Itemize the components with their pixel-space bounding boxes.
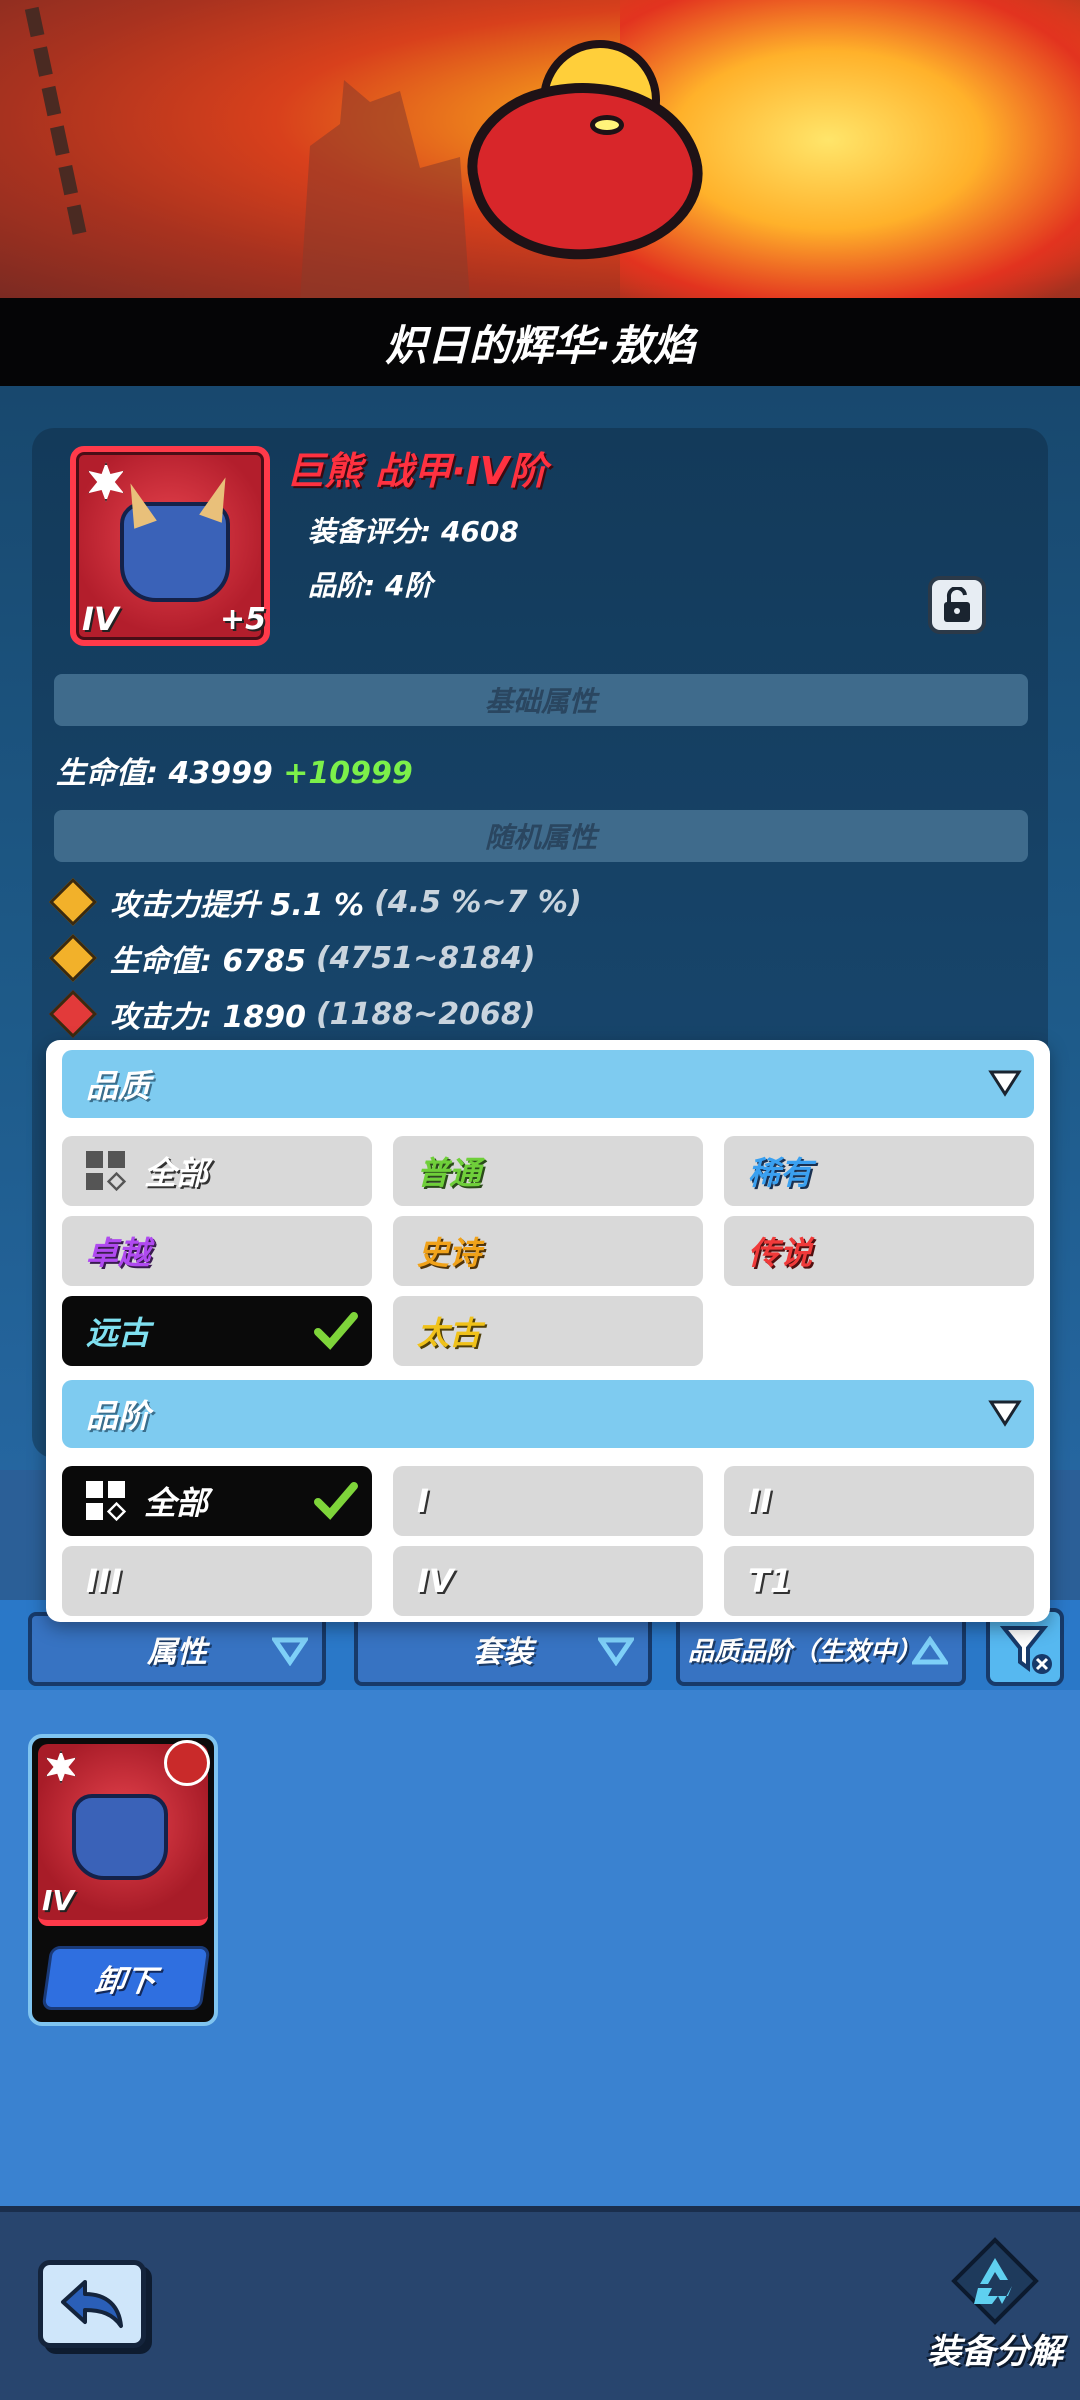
unequip-label: 卸下 xyxy=(93,1964,158,1999)
set-title: 炽日的辉华·敖焰 xyxy=(385,320,695,370)
quality-option-all[interactable]: 全部 xyxy=(62,1136,372,1206)
rank-option-label: IV xyxy=(417,1562,454,1600)
attribute-range: (4751~8184) xyxy=(315,940,536,976)
attribute-range: (1188~2068) xyxy=(315,996,536,1032)
tier-tag: IV xyxy=(82,600,119,638)
quality-option-label: 卓越 xyxy=(86,1234,151,1272)
grid-all-icon xyxy=(86,1151,127,1192)
tier-tag: IV xyxy=(42,1884,75,1917)
dragon-eye xyxy=(590,115,624,135)
grid-all-icon xyxy=(86,1481,127,1522)
chevron-down-icon xyxy=(272,1637,308,1666)
quality-option-label: 稀有 xyxy=(748,1154,813,1192)
quality-option-label: 太古 xyxy=(417,1314,482,1352)
quality-option-label: 全部 xyxy=(144,1154,209,1192)
item-icon: IV +5 xyxy=(70,446,270,646)
rank-option-all[interactable]: 全部 xyxy=(62,1466,372,1536)
random-attribute-row: 攻击力: 1890 (1188~2068) xyxy=(48,989,536,1039)
equipped-hero-badge xyxy=(164,1740,210,1786)
set-filter-label: 套装 xyxy=(473,1635,533,1670)
base-hp-row: 生命值: 43999 +10999 xyxy=(56,748,413,792)
set-filter-tab[interactable]: 套装 xyxy=(354,1612,652,1686)
rank-section-header[interactable]: 品阶 xyxy=(62,1380,1034,1448)
base-hp-label: 生命值: 43999 xyxy=(56,756,273,791)
set-title-bar: 炽日的辉华·敖焰 xyxy=(0,298,1080,386)
gem-icon xyxy=(48,989,98,1039)
rank-option-2[interactable]: II xyxy=(724,1466,1034,1536)
rank-option-4[interactable]: IV xyxy=(393,1546,703,1616)
chevron-down-icon xyxy=(988,1400,1022,1427)
salvage-label: 装备分解 xyxy=(927,2332,1063,2372)
attribute-range: (4.5 %~7 %) xyxy=(374,884,582,920)
chevron-down-icon xyxy=(988,1070,1022,1097)
gem-icon xyxy=(48,877,98,927)
gem-icon xyxy=(48,933,98,983)
attribute-text: 生命值: 6785 xyxy=(110,944,306,979)
recycle-icon xyxy=(951,2237,1039,2325)
quality-option-label: 普通 xyxy=(417,1154,482,1192)
rank-option-label: 全部 xyxy=(144,1484,209,1522)
quality-section-title: 品质 xyxy=(86,1067,151,1105)
base-hp-bonus: +10999 xyxy=(283,756,413,791)
lock-button[interactable] xyxy=(928,576,986,634)
inventory-item-card[interactable]: IV 卸下 xyxy=(28,1734,218,2026)
quality-option-label: 传说 xyxy=(748,1234,813,1272)
quality-option-label: 史诗 xyxy=(417,1234,482,1272)
hero-banner-art xyxy=(0,0,1080,300)
item-score: 装备评分: 4608 xyxy=(308,515,519,548)
bottom-bar xyxy=(0,2206,1080,2400)
back-arrow-icon xyxy=(61,2280,123,2328)
base-attributes-header: 基础属性 xyxy=(54,674,1028,726)
armor-art xyxy=(72,1794,168,1880)
back-button[interactable] xyxy=(38,2260,146,2348)
item-rank: 品阶: 4阶 xyxy=(308,569,433,602)
enhance-level: +5 xyxy=(220,602,267,637)
rank-option-t1[interactable]: T1 xyxy=(724,1546,1034,1616)
random-attributes-header: 随机属性 xyxy=(54,810,1028,862)
base-attributes-title: 基础属性 xyxy=(484,685,597,718)
quality-option-excellent[interactable]: 卓越 xyxy=(62,1216,372,1286)
ruin-silhouette xyxy=(300,80,470,300)
rank-option-label: I xyxy=(417,1482,429,1520)
rank-option-3[interactable]: III xyxy=(62,1546,372,1616)
unequip-button[interactable]: 卸下 xyxy=(41,1946,211,2010)
filter-icon xyxy=(999,1626,1052,1674)
attribute-text: 攻击力: 1890 xyxy=(110,1000,306,1035)
star-badge-icon xyxy=(45,1750,77,1784)
attribute-filter-tab[interactable]: 属性 xyxy=(28,1612,326,1686)
rank-option-label: III xyxy=(86,1562,122,1600)
salvage-button[interactable]: 装备分解 xyxy=(920,2236,1070,2376)
chevron-up-icon xyxy=(912,1636,948,1666)
star-badge-icon xyxy=(88,462,124,502)
quality-option-rare[interactable]: 稀有 xyxy=(724,1136,1034,1206)
rank-option-label: II xyxy=(748,1482,772,1520)
chain-decoration xyxy=(24,0,142,235)
chevron-down-icon xyxy=(598,1637,634,1666)
checkmark-icon xyxy=(314,1312,358,1350)
quality-option-epic[interactable]: 史诗 xyxy=(393,1216,703,1286)
quality-section-header[interactable]: 品质 xyxy=(62,1050,1034,1118)
quality-rank-filter-label: 品质品阶（生效中） xyxy=(688,1636,923,1667)
rank-option-1[interactable]: I xyxy=(393,1466,703,1536)
armor-horn xyxy=(199,473,237,523)
quality-option-legendary[interactable]: 传说 xyxy=(724,1216,1034,1286)
attribute-text: 攻击力提升 5.1 % xyxy=(110,888,365,923)
item-name: 巨熊 战甲·IV阶 xyxy=(286,449,548,493)
rank-section-title: 品阶 xyxy=(86,1397,151,1435)
quality-option-primal[interactable]: 太古 xyxy=(393,1296,703,1366)
checkmark-icon xyxy=(314,1482,358,1520)
quality-option-ancient[interactable]: 远古 xyxy=(62,1296,372,1366)
random-attributes-title: 随机属性 xyxy=(484,821,597,854)
unlock-icon xyxy=(944,587,970,622)
random-attribute-row: 生命值: 6785 (4751~8184) xyxy=(48,933,536,983)
attribute-filter-label: 属性 xyxy=(147,1635,207,1670)
quality-option-label: 远古 xyxy=(86,1314,151,1352)
quality-option-common[interactable]: 普通 xyxy=(393,1136,703,1206)
quality-rank-filter-tab[interactable]: 品质品阶（生效中） xyxy=(676,1612,966,1686)
random-attribute-row: 攻击力提升 5.1 % (4.5 %~7 %) xyxy=(48,877,582,927)
rank-option-label: T1 xyxy=(748,1562,793,1600)
